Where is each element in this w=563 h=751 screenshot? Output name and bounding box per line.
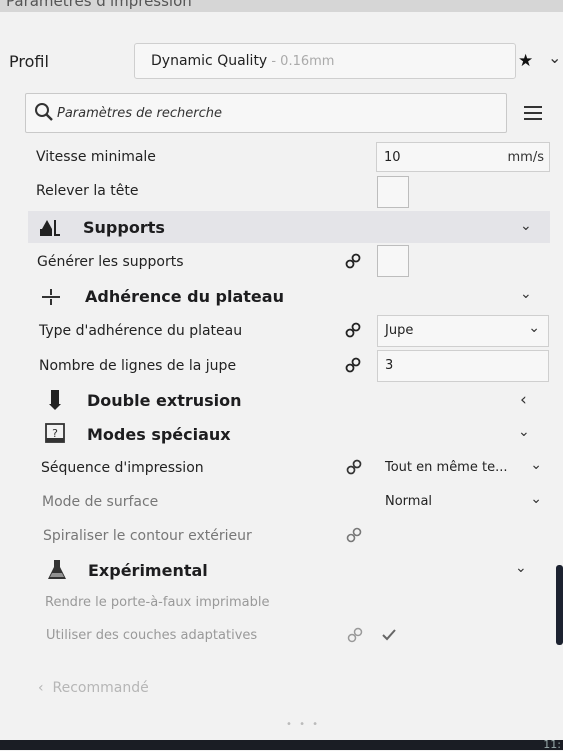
clock: 11: (543, 738, 561, 751)
min-speed-label: Vitesse minimale (36, 149, 156, 165)
skirt-lines-field[interactable]: 3 (377, 350, 549, 382)
special-modes-icon: ? (45, 423, 65, 443)
generate-supports-checkbox[interactable] (377, 245, 409, 277)
taskbar (0, 740, 563, 750)
link-icon (347, 627, 363, 643)
adhesion-type-select[interactable]: Jupe ⌄ (377, 315, 549, 347)
profile-selector[interactable]: Dynamic Quality - 0.16mm (134, 43, 516, 79)
surface-mode-select[interactable]: Normal ⌄ (377, 486, 547, 518)
link-icon (345, 253, 361, 269)
adhesion-title: Adhérence du plateau (85, 287, 284, 306)
generate-supports-label: Générer les supports (37, 254, 184, 270)
search-placeholder: Paramètres de recherche (57, 106, 222, 121)
chevron-down-icon[interactable]: ⌄ (515, 560, 527, 576)
link-icon (345, 357, 361, 373)
supports-title: Supports (83, 218, 165, 237)
link-icon (346, 527, 362, 543)
adaptive-layers-label: Utiliser des couches adaptatives (46, 628, 258, 643)
link-icon (345, 322, 361, 338)
surface-mode-label: Mode de surface (42, 494, 159, 510)
min-speed-value: 10 (384, 150, 401, 165)
spiralize-label: Spiraliser le contour extérieur (43, 528, 252, 544)
link-icon (346, 459, 362, 475)
adhesion-type-value: Jupe (385, 323, 414, 338)
star-icon[interactable]: ★ (518, 51, 533, 71)
magnifier-icon (35, 103, 53, 121)
surface-mode-value: Normal (385, 494, 433, 509)
chevron-down-icon: ⌄ (528, 320, 540, 336)
profile-label: Profil (9, 52, 49, 71)
lift-head-label: Relever la tête (36, 183, 139, 199)
chevron-down-icon: ⌄ (530, 457, 542, 473)
print-sequence-value: Tout en même te... (385, 460, 508, 475)
recommended-button[interactable]: ‹ Recommandé (38, 680, 149, 696)
skirt-lines-value: 3 (385, 358, 394, 373)
print-sequence-select[interactable]: Tout en même te... ⌄ (377, 452, 547, 484)
window-title-bar: Paramètres d'impression (0, 0, 563, 12)
chevron-down-icon[interactable]: ⌄ (520, 286, 532, 302)
chevron-down-icon: ⌄ (530, 491, 542, 507)
min-speed-field[interactable]: 10 mm/s (376, 142, 550, 172)
min-speed-unit: mm/s (507, 150, 544, 165)
resize-handle[interactable]: • • • (286, 719, 320, 730)
dual-extrusion-title: Double extrusion (87, 391, 242, 410)
skirt-lines-label: Nombre de lignes de la jupe (39, 358, 237, 374)
checkmark-icon[interactable] (381, 628, 397, 642)
adhesion-icon (42, 289, 60, 305)
profile-name: Dynamic Quality (151, 53, 268, 69)
overhang-label: Rendre le porte-à-faux imprimable (45, 595, 270, 610)
chevron-left-icon[interactable]: ‹ (520, 390, 527, 410)
search-input[interactable]: Paramètres de recherche (25, 93, 507, 133)
lift-head-checkbox[interactable] (377, 176, 409, 208)
adhesion-type-label: Type d'adhérence du plateau (39, 323, 243, 339)
chevron-down-icon[interactable]: ⌄ (518, 424, 530, 440)
scrollbar[interactable] (556, 565, 563, 645)
chevron-down-icon[interactable]: ⌄ (520, 218, 532, 234)
support-icon (40, 220, 60, 236)
experimental-title: Expérimental (88, 561, 208, 580)
chevron-down-icon[interactable]: ⌄ (548, 48, 561, 67)
hamburger-icon[interactable] (524, 106, 542, 124)
special-modes-title: Modes spéciaux (87, 425, 231, 444)
experimental-flask-icon (48, 560, 66, 579)
window-title: Paramètres d'impression (6, 0, 192, 10)
dual-extrusion-icon (49, 390, 61, 410)
print-sequence-label: Séquence d'impression (41, 460, 204, 476)
recommended-label: Recommandé (52, 680, 149, 696)
profile-layer-height: - 0.16mm (267, 54, 335, 69)
